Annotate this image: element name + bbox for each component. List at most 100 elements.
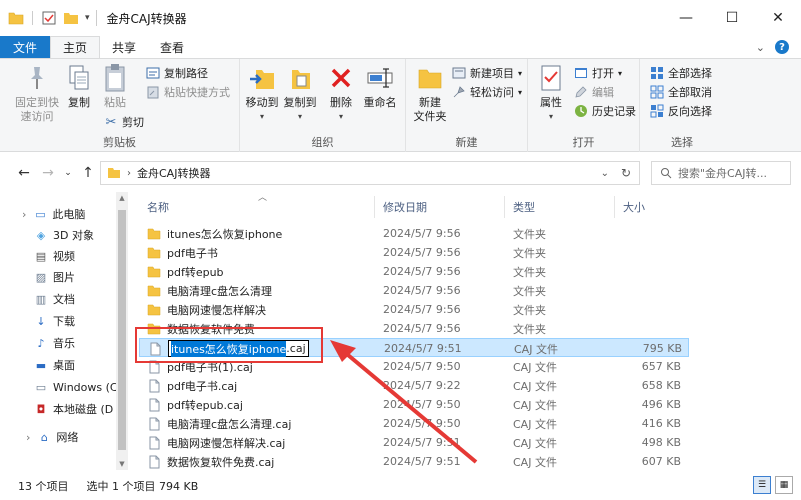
delete-button[interactable]: 删除 ▾ — [326, 63, 356, 124]
nav-item[interactable]: ▬ 桌面 — [34, 355, 75, 375]
details-view-icon[interactable]: ☰ — [753, 476, 771, 494]
divider — [95, 10, 97, 26]
column-type[interactable]: 类型 — [505, 196, 615, 218]
properties-dropdown-icon: ▾ — [548, 112, 553, 121]
easy-access-button[interactable]: 轻松访问 ▾ — [452, 84, 522, 100]
column-size[interactable]: 大小 — [615, 196, 689, 218]
ribbon-tabs: 文件 主页 共享 查看 ⌄ ? — [0, 36, 801, 58]
select-group-label: 选择 — [671, 136, 693, 149]
new-item-icon — [452, 67, 466, 79]
delete-dropdown-icon: ▾ — [338, 112, 343, 121]
nav-item[interactable]: › ▭ 此电脑 — [22, 204, 85, 224]
nav-item[interactable]: ♪ 音乐 — [34, 333, 75, 353]
nav-item[interactable]: ◈ 3D 对象 — [34, 225, 94, 245]
file-row[interactable]: pdf转epub.caj 2024/5/7 9:50 CAJ 文件 496 KB — [139, 395, 689, 414]
new-item-button[interactable]: 新建项目 ▾ — [452, 65, 522, 81]
up-button[interactable]: ↑ — [80, 164, 96, 182]
expand-chevron-icon[interactable]: › — [22, 208, 26, 221]
nav-item[interactable]: ▥ 文档 — [34, 289, 75, 309]
edit-button[interactable]: 编辑 — [574, 84, 614, 100]
nav-item[interactable]: ▭ Windows (C — [34, 377, 118, 397]
nav-item[interactable]: ▨ 图片 — [34, 267, 75, 287]
folder-row[interactable]: itunes怎么恢复iphone 2024/5/7 9:56 文件夹 — [139, 224, 689, 243]
file-type: 文件夹 — [513, 322, 546, 336]
forward-button[interactable]: → — [40, 164, 56, 182]
move-to-button[interactable]: 移动到 ▾ — [244, 63, 280, 124]
file-size — [619, 281, 681, 300]
file-type: 文件夹 — [513, 265, 546, 279]
delete-label: 删除 — [330, 96, 352, 109]
tab-home[interactable]: 主页 — [50, 36, 101, 58]
select-none-button[interactable]: 全部取消 — [650, 84, 712, 100]
open-button[interactable]: 打开 ▾ — [574, 65, 622, 81]
new-folder-button[interactable]: 新建 文件夹 — [410, 63, 450, 124]
breadcrumb[interactable]: 金舟CAJ转换器 — [137, 165, 210, 181]
file-row[interactable]: pdf电子书.caj 2024/5/7 9:22 CAJ 文件 658 KB — [139, 376, 689, 395]
folder-row[interactable]: 电脑网速慢怎样解决 2024/5/7 9:56 文件夹 — [139, 300, 689, 319]
copy-to-button[interactable]: 复制到 ▾ — [282, 63, 318, 124]
nav-item[interactable]: › ⌂ 网络 — [26, 427, 78, 447]
collapse-ribbon-icon[interactable]: ⌄ — [756, 41, 765, 54]
nav-item[interactable]: ◘ 本地磁盘 (D — [34, 399, 114, 419]
nav-scrollbar[interactable]: ▲ ▼ — [116, 192, 128, 470]
back-button[interactable]: ← — [16, 164, 32, 182]
file-icon — [149, 379, 160, 392]
history-button[interactable]: 历史记录 — [574, 103, 636, 119]
nav-item[interactable]: ↓ 下载 — [34, 311, 75, 331]
tab-view[interactable]: 查看 — [148, 36, 196, 58]
list-scrollbar[interactable] — [790, 192, 801, 470]
folder-row[interactable]: pdf转epub 2024/5/7 9:56 文件夹 — [139, 262, 689, 281]
paste-button[interactable]: 粘贴 — [98, 63, 132, 110]
refresh-icon[interactable]: ↻ — [621, 166, 631, 180]
recent-locations-icon[interactable]: ⌄ — [60, 164, 76, 182]
minimize-button[interactable]: — — [663, 0, 709, 36]
picture-icon: ▨ — [35, 270, 47, 284]
invert-selection-button[interactable]: 反向选择 — [650, 103, 712, 119]
cube-icon: ◈ — [36, 228, 46, 242]
scroll-up-icon[interactable]: ▲ — [116, 194, 128, 202]
quick-access-dropdown-icon[interactable]: ▾ — [85, 13, 90, 23]
search-icon — [661, 168, 672, 179]
maximize-button[interactable]: ☐ — [709, 0, 755, 36]
nav-item-label: 下载 — [53, 315, 75, 328]
scroll-down-icon[interactable]: ▼ — [116, 460, 128, 468]
file-name: 数据恢复软件免费.caj — [167, 455, 275, 469]
nav-item[interactable]: ▤ 视频 — [34, 246, 75, 266]
select-all-button[interactable]: 全部选择 — [650, 65, 712, 81]
paste-shortcut-button[interactable]: 粘贴快捷方式 — [146, 84, 230, 100]
quick-access-toolbar: ▾ — [8, 11, 90, 25]
disk-icon: ◘ — [36, 402, 46, 416]
properties-button[interactable]: 属性 ▾ — [534, 63, 568, 124]
address-bar[interactable]: › 金舟CAJ转换器 ⌄ ↻ — [100, 161, 640, 185]
close-button[interactable]: ✕ — [755, 0, 801, 36]
expand-chevron-icon[interactable]: › — [26, 431, 30, 444]
large-icons-view-icon[interactable]: ▦ — [775, 476, 793, 494]
rename-button[interactable]: 重命名 — [362, 63, 398, 110]
properties-icon[interactable] — [41, 11, 57, 25]
address-dropdown-icon[interactable]: ⌄ — [601, 168, 609, 179]
nav-scrollbar-thumb[interactable] — [118, 210, 126, 450]
file-icon — [149, 417, 160, 430]
new-folder-icon[interactable] — [63, 11, 79, 25]
copy-to-dropdown-icon: ▾ — [297, 112, 302, 121]
file-row[interactable]: 数据恢复软件免费.caj 2024/5/7 9:51 CAJ 文件 607 KB — [139, 452, 689, 471]
title-bar: ▾ 金舟CAJ转换器 — ☐ ✕ — [0, 0, 801, 36]
breadcrumb-chevron-icon[interactable]: › — [127, 168, 131, 179]
folder-row[interactable]: 电脑清理c盘怎么清理 2024/5/7 9:56 文件夹 — [139, 281, 689, 300]
search-input[interactable]: 搜索"金舟CAJ转... — [651, 161, 791, 185]
column-date[interactable]: 修改日期 — [375, 196, 505, 218]
help-icon[interactable]: ? — [775, 40, 789, 54]
pin-quick-access-button[interactable]: 固定到快 速访问 — [10, 63, 64, 124]
cut-button[interactable]: ✂ 剪切 — [104, 114, 144, 130]
column-name[interactable]: 名称 — [139, 196, 375, 218]
modified-date: 2024/5/7 9:56 — [383, 265, 461, 278]
tab-share[interactable]: 共享 — [100, 36, 148, 58]
file-row[interactable]: 电脑网速慢怎样解决.caj 2024/5/7 9:51 CAJ 文件 498 KB — [139, 433, 689, 452]
file-row[interactable]: 电脑清理c盘怎么清理.caj 2024/5/7 9:50 CAJ 文件 416 KB — [139, 414, 689, 433]
tab-file[interactable]: 文件 — [0, 36, 50, 58]
copy-button[interactable]: 复制 — [64, 63, 94, 110]
copy-path-button[interactable]: 复制路径 — [146, 65, 208, 81]
folder-row[interactable]: pdf电子书 2024/5/7 9:56 文件夹 — [139, 243, 689, 262]
file-name: 电脑清理c盘怎么清理.caj — [167, 417, 292, 431]
move-to-dropdown-icon: ▾ — [259, 112, 264, 121]
